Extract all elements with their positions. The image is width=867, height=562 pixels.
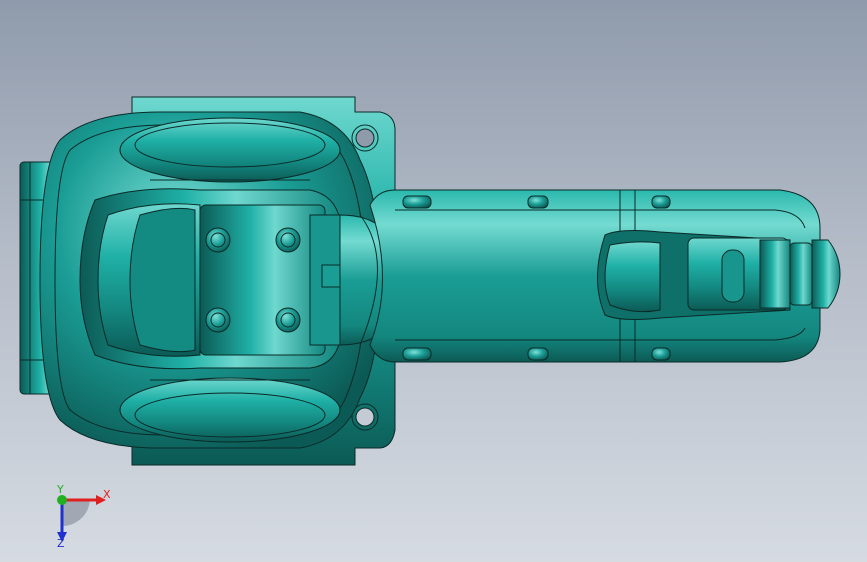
wrist-flange — [789, 242, 813, 306]
triad-graphic: X Y Z — [56, 483, 111, 550]
mount-hole-bottom — [355, 407, 375, 427]
orientation-triad: X Y Z — [40, 478, 120, 550]
cad-viewport[interactable]: X Y Z — [0, 0, 867, 562]
triad-y-label: Y — [56, 483, 64, 496]
upper-housing — [119, 117, 341, 183]
mount-hole-top — [355, 128, 375, 148]
joint2-hub — [199, 204, 326, 356]
robot-arm-model[interactable] — [0, 0, 867, 562]
triad-z-label: Z — [57, 537, 65, 548]
end-effector-mount — [811, 239, 841, 309]
lower-housing — [119, 377, 341, 443]
triad-x-label: X — [103, 488, 111, 501]
